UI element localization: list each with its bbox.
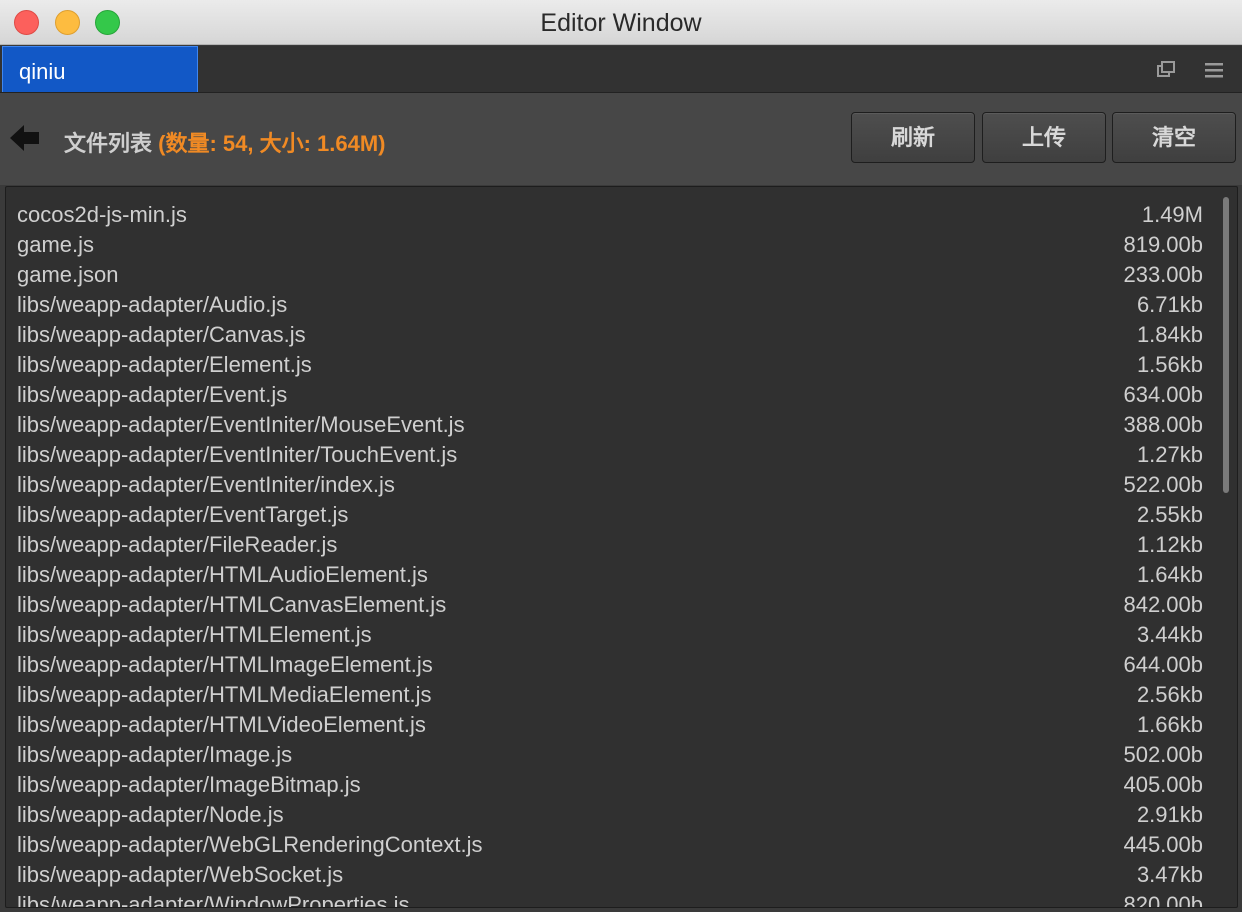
file-size: 405.00b (1123, 772, 1203, 797)
file-size: 1.27kb (1136, 442, 1203, 467)
file-size: 819.00b (1123, 232, 1203, 257)
file-size: 644.00b (1123, 652, 1203, 677)
file-size: 3.44kb (1136, 622, 1203, 647)
file-size: 820.00b (1123, 892, 1203, 908)
file-name: libs/weapp-adapter/EventIniter/TouchEven… (17, 442, 458, 467)
file-size: 1.66kb (1136, 712, 1203, 737)
file-row[interactable]: libs/weapp-adapter/Event.js 634.00b (6, 380, 1237, 410)
file-name: libs/weapp-adapter/Canvas.js (17, 322, 306, 347)
window-title: Editor Window (540, 9, 702, 37)
back-arrow-icon[interactable] (8, 121, 42, 155)
file-size: 2.91kb (1136, 802, 1203, 827)
file-row[interactable]: libs/weapp-adapter/Element.js 1.56kb (6, 350, 1237, 380)
file-size: 502.00b (1123, 742, 1203, 767)
file-size: 445.00b (1123, 832, 1203, 857)
file-name: libs/weapp-adapter/Node.js (17, 802, 284, 827)
file-name: libs/weapp-adapter/EventIniter/index.js (17, 472, 395, 497)
file-name: libs/weapp-adapter/Audio.js (17, 292, 288, 317)
file-row[interactable]: libs/weapp-adapter/WebGLRenderingContext… (6, 830, 1237, 860)
file-row[interactable]: libs/weapp-adapter/HTMLAudioElement.js 1.… (6, 560, 1237, 590)
file-name: libs/weapp-adapter/WebSocket.js (17, 862, 344, 887)
file-row[interactable]: libs/weapp-adapter/EventIniter/index.js 5… (6, 470, 1237, 500)
file-row[interactable]: libs/weapp-adapter/HTMLMediaElement.js 2.… (6, 680, 1237, 710)
file-row[interactable]: libs/weapp-adapter/Image.js 502.00b (6, 740, 1237, 770)
file-name: libs/weapp-adapter/HTMLAudioElement.js (17, 562, 428, 587)
file-row[interactable]: libs/weapp-adapter/Canvas.js 1.84kb (6, 320, 1237, 350)
file-size: 1.56kb (1136, 352, 1203, 377)
file-name: libs/weapp-adapter/FileReader.js (17, 532, 338, 557)
file-row[interactable]: cocos2d-js-min.js 1.49M (6, 200, 1237, 230)
list-scrollbar[interactable] (1223, 197, 1229, 493)
file-list-heading: 文件列表 (数量: 54, 大小: 1.64M) (64, 126, 386, 158)
file-name: libs/weapp-adapter/HTMLVideoElement.js (17, 712, 426, 737)
file-row[interactable]: libs/weapp-adapter/HTMLElement.js 3.44kb (6, 620, 1237, 650)
file-row[interactable]: libs/weapp-adapter/Audio.js 6.71kb (6, 290, 1237, 320)
file-name: libs/weapp-adapter/Element.js (17, 352, 312, 377)
file-name: libs/weapp-adapter/Event.js (17, 382, 288, 407)
file-row[interactable]: libs/weapp-adapter/Node.js 2.91kb (6, 800, 1237, 830)
file-name: libs/weapp-adapter/HTMLElement.js (17, 622, 372, 647)
file-list: cocos2d-js-min.js 1.49M game.js 819.00b game… (5, 186, 1238, 908)
file-row[interactable]: libs/weapp-adapter/WebSocket.js 3.47kb (6, 860, 1237, 890)
file-size: 6.71kb (1136, 292, 1203, 317)
file-name: libs/weapp-adapter/EventIniter/MouseEven… (17, 412, 465, 437)
tab-bar: qiniu (0, 46, 1242, 93)
file-size: 1.12kb (1136, 532, 1203, 557)
tab-qiniu[interactable]: qiniu (2, 46, 198, 92)
file-stats: (数量: 54, 大小: 1.64M) (158, 131, 386, 156)
file-row[interactable]: libs/weapp-adapter/ImageBitmap.js 405.00b (6, 770, 1237, 800)
title-bar: Editor Window (0, 0, 1242, 45)
file-row[interactable]: libs/weapp-adapter/HTMLImageElement.js 64… (6, 650, 1237, 680)
file-list-title: 文件列表 (64, 131, 153, 156)
file-row[interactable]: libs/weapp-adapter/EventIniter/MouseEven… (6, 410, 1237, 440)
editor-window: Editor Window qiniu 文件列表 (数量: 54, 大小: 1.… (0, 0, 1242, 912)
file-size: 3.47kb (1136, 862, 1203, 887)
file-size: 522.00b (1123, 472, 1203, 497)
file-row[interactable]: libs/weapp-adapter/HTMLCanvasElement.js 8… (6, 590, 1237, 620)
file-name: libs/weapp-adapter/ImageBitmap.js (17, 772, 361, 797)
file-row[interactable]: libs/weapp-adapter/WindowProperties.js 82… (6, 890, 1237, 908)
file-size: 634.00b (1123, 382, 1203, 407)
file-name: libs/weapp-adapter/HTMLMediaElement.js (17, 682, 432, 707)
file-row[interactable]: libs/weapp-adapter/FileReader.js 1.12kb (6, 530, 1237, 560)
file-name: libs/weapp-adapter/HTMLImageElement.js (17, 652, 433, 677)
clear-button[interactable]: 清空 (1112, 112, 1236, 163)
file-size: 1.49M (1141, 202, 1203, 227)
file-size: 2.56kb (1136, 682, 1203, 707)
popout-icon[interactable] (1156, 60, 1176, 80)
file-name: libs/weapp-adapter/WindowProperties.js (17, 892, 410, 908)
file-row[interactable]: libs/weapp-adapter/HTMLVideoElement.js 1.… (6, 710, 1237, 740)
file-size: 1.64kb (1136, 562, 1203, 587)
hamburger-menu-icon[interactable] (1204, 60, 1224, 80)
file-row[interactable]: game.json 233.00b (6, 260, 1237, 290)
file-name: libs/weapp-adapter/WebGLRenderingContext… (17, 832, 483, 857)
file-row[interactable]: game.js 819.00b (6, 230, 1237, 260)
file-name: libs/weapp-adapter/Image.js (17, 742, 293, 767)
file-size: 2.55kb (1136, 502, 1203, 527)
file-name: cocos2d-js-min.js (17, 202, 187, 227)
file-name: libs/weapp-adapter/EventTarget.js (17, 502, 349, 527)
file-size: 1.84kb (1136, 322, 1203, 347)
file-row[interactable]: libs/weapp-adapter/EventTarget.js 2.55kb (6, 500, 1237, 530)
file-name: game.json (17, 262, 119, 287)
file-size: 388.00b (1123, 412, 1203, 437)
file-size: 233.00b (1123, 262, 1203, 287)
file-name: game.js (17, 232, 95, 257)
refresh-button[interactable]: 刷新 (851, 112, 975, 163)
file-row[interactable]: libs/weapp-adapter/EventIniter/TouchEven… (6, 440, 1237, 470)
file-size: 842.00b (1123, 592, 1203, 617)
file-name: libs/weapp-adapter/HTMLCanvasElement.js (17, 592, 447, 617)
upload-button[interactable]: 上传 (982, 112, 1106, 163)
